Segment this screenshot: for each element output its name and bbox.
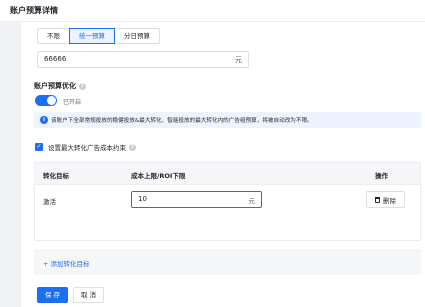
- cost-input[interactable]: 10 元: [131, 191, 262, 208]
- cost-unit: 元: [248, 197, 256, 205]
- optimization-toggle[interactable]: [35, 95, 57, 106]
- header-cost: 成本上限/ROI下限: [131, 172, 186, 180]
- header-action: 操作: [375, 172, 388, 180]
- delete-button[interactable]: 删除: [366, 191, 405, 208]
- budget-value: 66666: [44, 55, 67, 63]
- table-header: 转化目标 成本上限/ROI下限 操作: [35, 163, 420, 185]
- conversion-table: 转化目标 成本上限/ROI下限 操作 激活 10 元 删除: [34, 162, 421, 241]
- budget-type-selector: 不限 统一预算 分日预算: [37, 28, 160, 44]
- page-title: 账户预算详情: [10, 6, 58, 15]
- cost-constraint-checkbox[interactable]: ✓: [35, 143, 43, 151]
- cost-constraint-label: 设置最大转化广告成本约束 ?: [48, 142, 136, 152]
- optimization-label-text: 账户预算优化: [34, 82, 76, 90]
- header-goal: 转化目标: [43, 172, 69, 180]
- optimization-label: 账户预算优化 ?: [34, 81, 86, 91]
- help-icon[interactable]: ?: [129, 143, 136, 151]
- budget-input[interactable]: 66666 元: [37, 51, 249, 68]
- add-goal-row: + 添加转化目标: [34, 249, 421, 275]
- budget-type-daily[interactable]: 分日预算: [114, 28, 160, 44]
- trash-icon: [375, 196, 380, 203]
- cost-constraint-label-text: 设置最大转化广告成本约束: [48, 144, 126, 152]
- info-text: 该账户下全部常规投放的稳健投放&最大转化、智能投放的最大转化内的广告组预算，将被…: [51, 118, 313, 124]
- row-goal: 激活: [43, 198, 56, 206]
- budget-panel: 不限 统一预算 分日预算 66666 元 账户预算优化 ? 已开启 i 该账户下…: [21, 22, 425, 307]
- cost-value: 10: [138, 195, 147, 203]
- budget-type-unlimited[interactable]: 不限: [37, 28, 70, 44]
- help-icon[interactable]: ?: [79, 82, 86, 90]
- optimization-status: 已开启: [63, 99, 82, 106]
- delete-label: 删除: [383, 196, 396, 205]
- add-goal-link[interactable]: + 添加转化目标: [43, 258, 90, 268]
- cancel-button[interactable]: 取 消: [73, 287, 104, 303]
- save-button[interactable]: 保 存: [37, 287, 68, 303]
- info-banner: i 该账户下全部常规投放的稳健投放&最大转化、智能投放的最大转化内的广告组预算，…: [34, 112, 421, 128]
- budget-unit: 元: [235, 56, 242, 64]
- page-header: 账户预算详情: [0, 0, 425, 22]
- budget-type-unified[interactable]: 统一预算: [69, 28, 115, 44]
- toggle-knob: [47, 96, 56, 105]
- info-icon: i: [40, 116, 48, 124]
- table-row: 激活 10 元 删除: [35, 185, 420, 215]
